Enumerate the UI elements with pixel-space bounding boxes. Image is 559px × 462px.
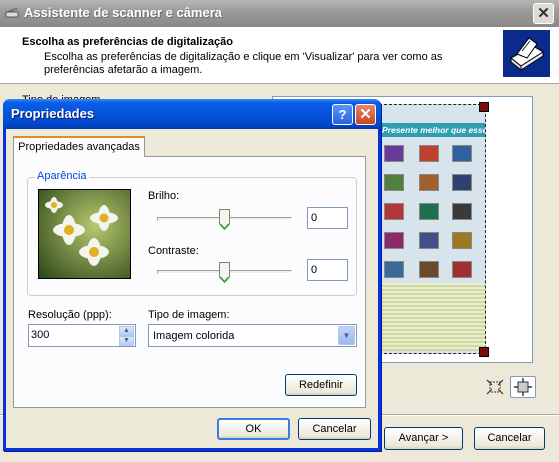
header-subtitle: Escolha as preferências de digitalização… xyxy=(44,51,443,76)
scanner-icon xyxy=(5,7,19,18)
image-type-select[interactable]: Imagem colorida ▼ xyxy=(148,324,357,347)
next-button[interactable]: Avançar > xyxy=(384,427,463,450)
contrast-label: Contraste: xyxy=(148,245,199,257)
wizard-title: Assistente de scanner e câmera xyxy=(24,5,222,20)
dialog-title-bar: Propriedades xyxy=(3,99,381,129)
reset-button[interactable]: Redefinir xyxy=(285,374,357,396)
preview-thumbnail-image xyxy=(38,189,131,279)
appearance-group-label: Aparência xyxy=(35,170,89,182)
crop-handle-bottom-right[interactable] xyxy=(479,347,489,357)
brightness-label: Brilho: xyxy=(148,190,180,202)
tab-advanced-properties[interactable]: Propriedades avançadas xyxy=(13,136,145,157)
resolution-spinbox[interactable]: 300 ▲ ▼ xyxy=(28,324,136,347)
zoom-preview-icon[interactable] xyxy=(510,376,536,398)
wizard-close-button[interactable]: ✕ xyxy=(533,3,554,24)
crop-handle-top-right[interactable] xyxy=(479,102,489,112)
dialog-close-button[interactable]: ✕ xyxy=(355,104,376,125)
wizard-title-bar: Assistente de scanner e câmera ✕ xyxy=(0,0,559,27)
brightness-value-field[interactable]: 0 xyxy=(307,207,348,229)
scan-banner-text: Presente melhor que esse xyxy=(380,123,486,137)
spin-up-icon[interactable]: ▲ xyxy=(119,326,134,336)
fit-selection-icon[interactable] xyxy=(484,377,506,397)
ok-button[interactable]: OK xyxy=(217,418,290,440)
spin-down-icon[interactable]: ▼ xyxy=(119,336,134,346)
header-title: Escolha as preferências de digitalização xyxy=(22,36,233,48)
dialog-title: Propriedades xyxy=(11,106,95,121)
help-button[interactable]: ? xyxy=(332,104,353,125)
wizard-cancel-button[interactable]: Cancelar xyxy=(474,427,545,450)
resolution-value: 300 xyxy=(31,329,50,341)
scanner-wizard-icon xyxy=(503,30,550,77)
contrast-value-field[interactable]: 0 xyxy=(307,259,348,281)
scanned-page-preview: Presente melhor que esse xyxy=(379,104,486,354)
image-type-value: Imagem colorida xyxy=(153,330,235,342)
resolution-label: Resolução (ppp): xyxy=(28,309,112,321)
image-type-label: Tipo de imagem: xyxy=(148,309,230,321)
scan-text-region xyxy=(380,283,485,351)
scan-cover-grid xyxy=(384,145,484,280)
brightness-slider[interactable] xyxy=(219,209,230,231)
contrast-slider[interactable] xyxy=(219,262,230,284)
wizard-header: Escolha as preferências de digitalização… xyxy=(0,27,559,84)
dialog-cancel-button[interactable]: Cancelar xyxy=(298,418,371,440)
chevron-down-icon[interactable]: ▼ xyxy=(338,326,355,345)
